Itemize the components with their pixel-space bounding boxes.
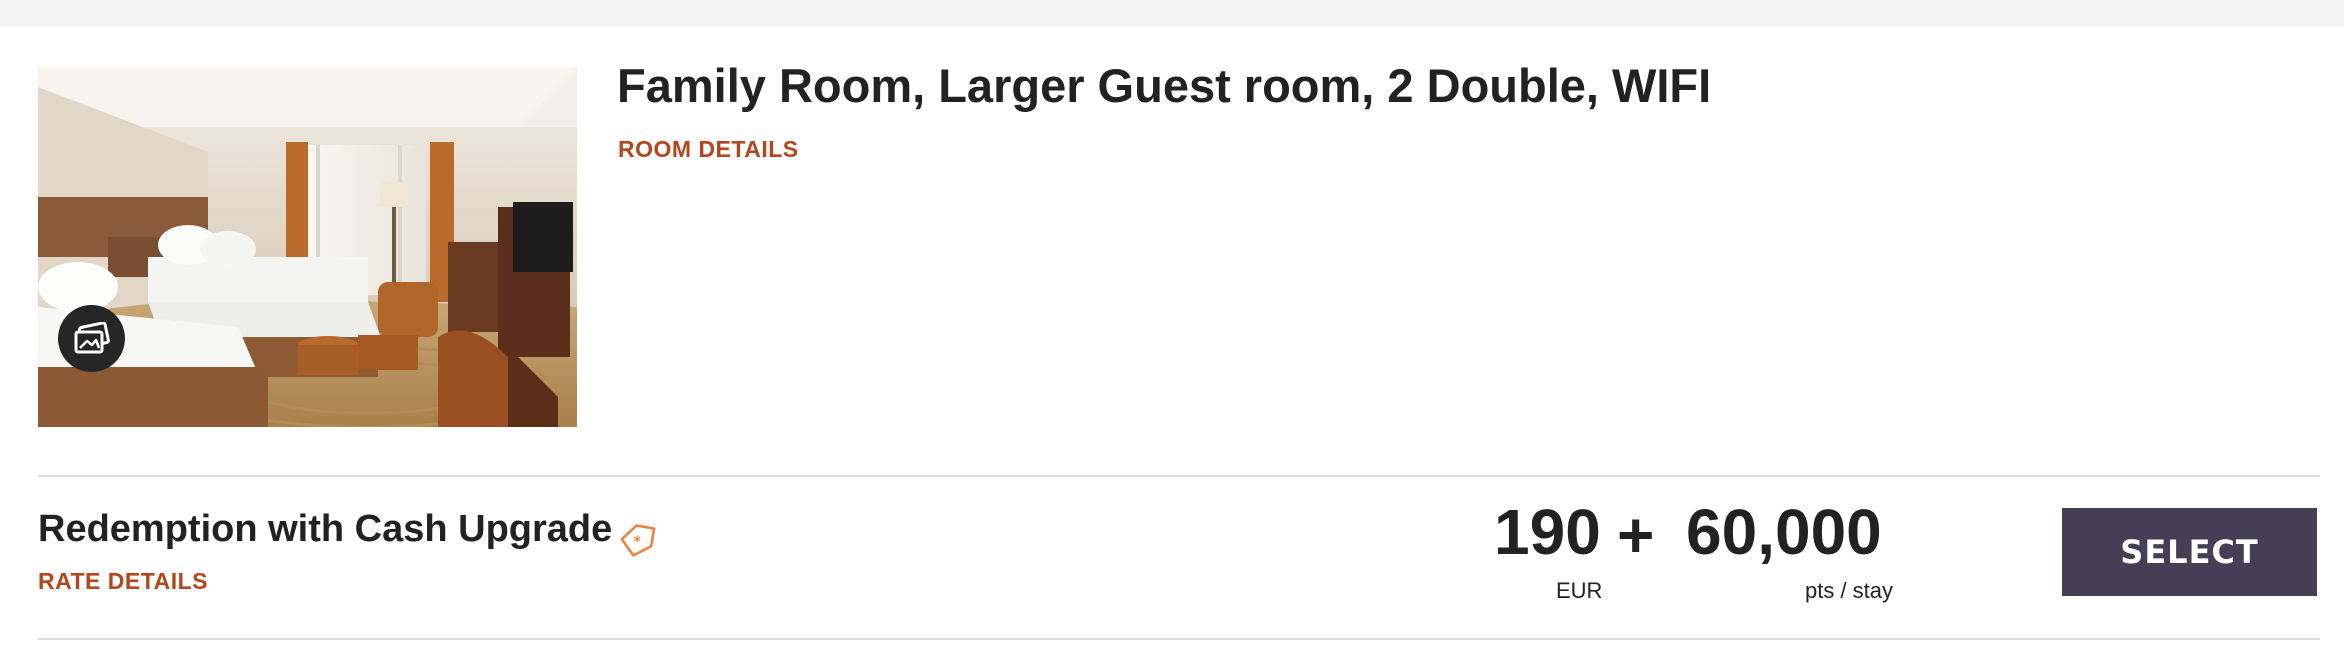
select-button[interactable]: SELECT [2062,508,2317,596]
cash-currency: EUR [1556,578,1603,603]
top-strip [0,0,2344,27]
room-title: Family Room, Larger Guest room, 2 Double… [617,59,1712,112]
photo-gallery-icon [74,321,110,353]
room-details-link[interactable]: ROOM DETAILS [618,136,799,163]
rate-details-link[interactable]: RATE DETAILS [38,568,208,595]
plus-sign: + [1617,499,1655,571]
points-unit: pts / stay [1805,578,1894,603]
room-photo-image [38,67,577,427]
cash-price: 190 [1494,496,1601,568]
room-photo[interactable] [38,67,577,427]
divider [38,638,2320,640]
svg-text:*: * [633,534,641,550]
photo-gallery-button[interactable] [58,305,125,372]
points-price: 60,000 [1686,496,1882,568]
rate-name: Redemption with Cash Upgrade [38,508,613,550]
divider [38,475,2320,477]
price-tag-icon[interactable]: * [620,522,656,558]
